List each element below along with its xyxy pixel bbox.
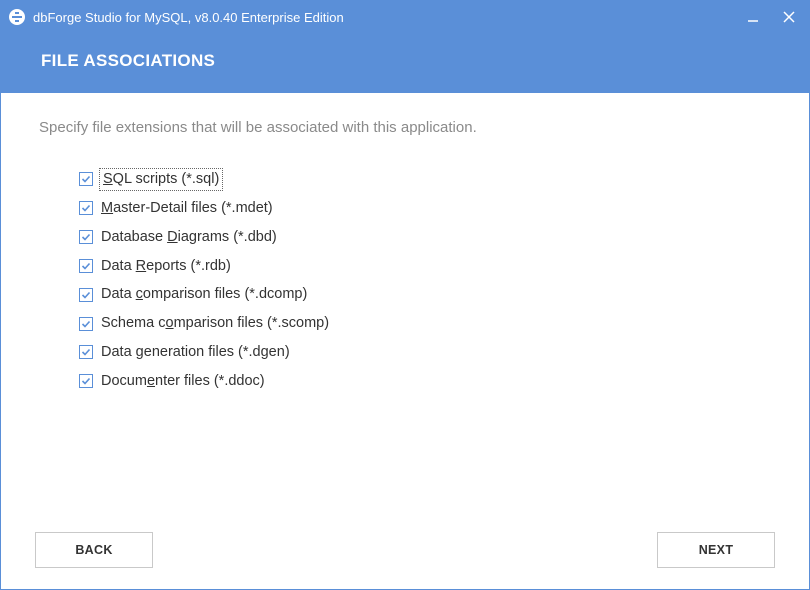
checkbox-icon[interactable] [79, 201, 93, 215]
header-band: FILE ASSOCIATIONS [1, 33, 809, 93]
footer: BACK NEXT [1, 511, 809, 589]
file-association-label: Documenter files (*.ddoc) [101, 372, 265, 391]
app-icon [9, 9, 25, 25]
checkbox-icon[interactable] [79, 374, 93, 388]
page-title: FILE ASSOCIATIONS [41, 51, 769, 71]
installer-window: dbForge Studio for MySQL, v8.0.40 Enterp… [0, 0, 810, 590]
file-association-item[interactable]: Master-Detail files (*.mdet) [79, 199, 771, 218]
file-association-item[interactable]: Database Diagrams (*.dbd) [79, 228, 771, 247]
content-area: Specify file extensions that will be ass… [1, 93, 809, 511]
checkbox-icon[interactable] [79, 259, 93, 273]
description-text: Specify file extensions that will be ass… [39, 119, 771, 136]
checkbox-icon[interactable] [79, 230, 93, 244]
file-association-item[interactable]: SQL scripts (*.sql) [79, 170, 771, 189]
minimize-button[interactable] [741, 5, 765, 29]
titlebar: dbForge Studio for MySQL, v8.0.40 Enterp… [1, 1, 809, 33]
file-association-item[interactable]: Documenter files (*.ddoc) [79, 372, 771, 391]
next-button[interactable]: NEXT [657, 532, 775, 568]
window-controls [741, 5, 801, 29]
file-association-label: Master-Detail files (*.mdet) [101, 199, 273, 218]
file-association-item[interactable]: Data comparison files (*.dcomp) [79, 285, 771, 304]
checkbox-icon[interactable] [79, 317, 93, 331]
checkbox-icon[interactable] [79, 288, 93, 302]
file-association-list: SQL scripts (*.sql) Master-Detail files (… [79, 170, 771, 391]
file-association-item[interactable]: Schema comparison files (*.scomp) [79, 314, 771, 333]
file-association-label: Data Reports (*.rdb) [101, 257, 231, 276]
file-association-label: Data generation files (*.dgen) [101, 343, 290, 362]
file-association-label: SQL scripts (*.sql) [101, 170, 221, 189]
file-association-label: Database Diagrams (*.dbd) [101, 228, 277, 247]
file-association-label: Data comparison files (*.dcomp) [101, 285, 307, 304]
window-title: dbForge Studio for MySQL, v8.0.40 Enterp… [33, 10, 741, 25]
checkbox-icon[interactable] [79, 172, 93, 186]
back-button[interactable]: BACK [35, 532, 153, 568]
file-association-item[interactable]: Data generation files (*.dgen) [79, 343, 771, 362]
checkbox-icon[interactable] [79, 345, 93, 359]
close-button[interactable] [777, 5, 801, 29]
file-association-label: Schema comparison files (*.scomp) [101, 314, 329, 333]
file-association-item[interactable]: Data Reports (*.rdb) [79, 257, 771, 276]
